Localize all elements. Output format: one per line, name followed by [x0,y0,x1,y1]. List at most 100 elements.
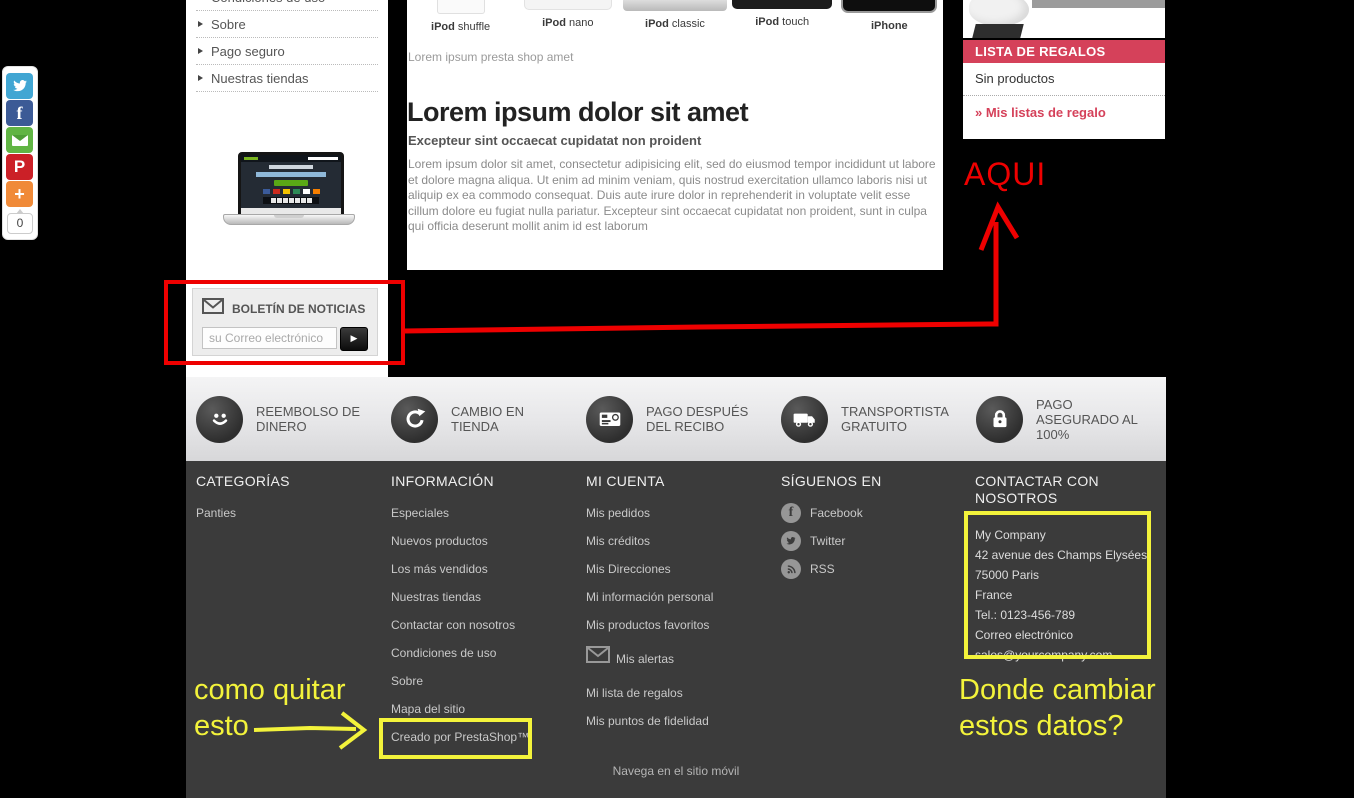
newsletter-block: BOLETÍN DE NOTICIAS ▶ [192,288,378,356]
envelope-icon [586,645,610,673]
sidebar-item-nuestras-tiendas[interactable]: Nuestras tiendas [196,65,378,92]
product-ipod-classic[interactable]: iPod classic [621,0,728,33]
footer-col-categories: CATEGORÍAS Panties [196,461,381,527]
sidebar-item-sobre[interactable]: Sobre [196,11,378,38]
bullet-arrow-icon [198,21,203,27]
bullet-arrow-icon [198,75,203,81]
contact-country: France [975,588,1013,602]
product-iphone[interactable]: iPhone [836,0,943,33]
gift-list-block: Sin productos » Mis listas de regalo [963,63,1165,139]
newsletter-title: BOLETÍN DE NOTICIAS [232,301,366,316]
footer-header-follow: SÍGUENOS EN [781,473,882,489]
main-content: iPod shuffle iPod nano iPod classic iPod… [407,0,943,270]
footer-link-rss[interactable]: RSS [781,555,966,583]
footer-link-facebook[interactable]: f Facebook [781,499,966,527]
footer-col-account: MI CUENTA Mis pedidos Mis créditos Mis D… [586,461,771,735]
ipod-nano-image [523,0,612,10]
footer-link-mis-creditos[interactable]: Mis créditos [586,527,771,555]
my-gift-lists-link[interactable]: » Mis listas de regalo [975,105,1106,120]
footer-link-panties[interactable]: Panties [196,499,381,527]
contact-email[interactable]: sales@yourcompany.com [975,645,1155,665]
footer-link-especiales[interactable]: Especiales [391,499,576,527]
footer-col-contact: CONTACTAR CON NOSOTROS My Company 42 ave… [975,461,1155,665]
mobile-site-link[interactable]: Navega en el sitio móvil [186,764,1166,778]
advantage-pay-later: PAGO DESPUÉS DEL RECIBO [586,377,758,461]
product-ipod-shuffle[interactable]: iPod shuffle [407,0,514,33]
footer-header-information: INFORMACIÓN [391,473,494,489]
editorial-subheading: Excepteur sint occaecat cupidatat non pr… [408,133,702,148]
lock-icon [976,395,1023,443]
email-share-icon[interactable] [6,127,33,153]
prestashop-promo-image [223,152,355,240]
newsletter-submit-button[interactable]: ▶ [340,327,368,351]
smiley-icon [196,395,243,443]
contact-city: 75000 Paris [975,568,1040,582]
contact-street: 42 avenue des Champs Elysées [975,548,1148,562]
product-ipod-nano[interactable]: iPod nano [514,0,621,33]
iphone-image [841,0,938,13]
ipod-touch-image [732,0,833,9]
annotation-aqui: AQUI [964,156,1047,192]
contact-email-label: Correo electrónico [975,628,1074,642]
footer-link-mas-vendidos[interactable]: Los más vendidos [391,555,576,583]
person-photo [969,0,1029,26]
facebook-share-icon[interactable]: f [6,100,33,126]
footer-link-mapa-sitio[interactable]: Mapa del sitio [391,695,576,723]
footer-col-information: INFORMACIÓN Especiales Nuevos productos … [391,461,576,751]
footer-link-nuestras-tiendas[interactable]: Nuestras tiendas [391,583,576,611]
twitter-icon [781,531,801,551]
footer-link-twitter[interactable]: Twitter [781,527,966,555]
sidebar-item-condiciones[interactable]: Condiciones de uso [196,0,378,11]
product-ipod-touch[interactable]: iPod touch [729,0,836,33]
footer-link-lista-regalos[interactable]: Mi lista de regalos [586,679,771,707]
credit-card-icon [586,395,633,443]
contact-address-block: My Company 42 avenue des Champs Elysées … [975,525,1155,665]
footer-link-puntos-fidelidad[interactable]: Mis puntos de fidelidad [586,707,771,735]
refresh-icon [391,395,438,443]
advantage-exchange: CAMBIO EN TIENDA [391,377,563,461]
share-widget: f P + 0 [2,66,38,240]
newsletter-email-input[interactable] [202,327,337,349]
footer-header-contact: CONTACTAR CON NOSOTROS [975,473,1099,506]
contact-company: My Company [975,528,1046,542]
brands-strip: iPod shuffle iPod nano iPod classic iPod… [407,0,943,33]
footer-header-account: MI CUENTA [586,473,665,489]
sidebar-menu: Condiciones de uso Sobre Pago seguro Nue… [186,0,388,92]
googleplus-share-icon[interactable]: + [6,181,33,207]
ipod-shuffle-image [436,0,485,14]
footer-col-follow: SÍGUENOS EN f Facebook Twitter RSS [781,461,966,583]
advantage-free-shipping: TRANSPORTISTA GRATUITO [781,377,953,461]
left-sidebar: Condiciones de uso Sobre Pago seguro Nue… [186,0,388,377]
envelope-icon [202,298,224,319]
footer-header-categories: CATEGORÍAS [196,473,290,489]
footer-link-sobre[interactable]: Sobre [391,667,576,695]
advantages-bar: REEMBOLSO DE DINERO CAMBIO EN TIENDA PAG… [186,377,1166,461]
footer: CATEGORÍAS Panties INFORMACIÓN Especiale… [186,461,1166,798]
divider [963,95,1165,96]
footer-link-mis-pedidos[interactable]: Mis pedidos [586,499,771,527]
gray-bar [1032,0,1165,8]
footer-link-condiciones[interactable]: Condiciones de uso [391,639,576,667]
editorial-tagline: Lorem ipsum presta shop amet [408,50,574,64]
page: f P + 0 Condiciones de uso Sobre Pago se… [0,0,1354,798]
footer-link-nuevos-productos[interactable]: Nuevos productos [391,527,576,555]
footer-link-mis-direcciones[interactable]: Mis Direcciones [586,555,771,583]
editorial-body: Lorem ipsum dolor sit amet, consectetur … [408,157,936,233]
contact-phone: Tel.: 0123-456-789 [975,608,1076,622]
rss-icon [781,559,801,579]
advantage-refund: REEMBOLSO DE DINERO [196,377,368,461]
footer-link-prestashop-credit[interactable]: Creado por PrestaShop™ [391,723,576,751]
footer-link-productos-favoritos[interactable]: Mis productos favoritos [586,611,771,639]
twitter-share-icon[interactable] [6,73,33,99]
footer-link-mi-informacion[interactable]: Mi información personal [586,583,771,611]
advantage-secure-payment: PAGO ASEGURADO AL 100% [976,377,1148,461]
facebook-icon: f [781,503,801,523]
gift-list-header: LISTA DE REGALOS [963,40,1165,63]
footer-link-contactar[interactable]: Contactar con nosotros [391,611,576,639]
page-title: Lorem ipsum dolor sit amet [407,97,749,127]
sidebar-item-pago-seguro[interactable]: Pago seguro [196,38,378,65]
footer-link-mis-alertas[interactable]: Mis alertas [586,639,771,679]
share-count: 0 [7,209,33,234]
pinterest-share-icon[interactable]: P [6,154,33,180]
ipod-classic-image [622,0,727,11]
